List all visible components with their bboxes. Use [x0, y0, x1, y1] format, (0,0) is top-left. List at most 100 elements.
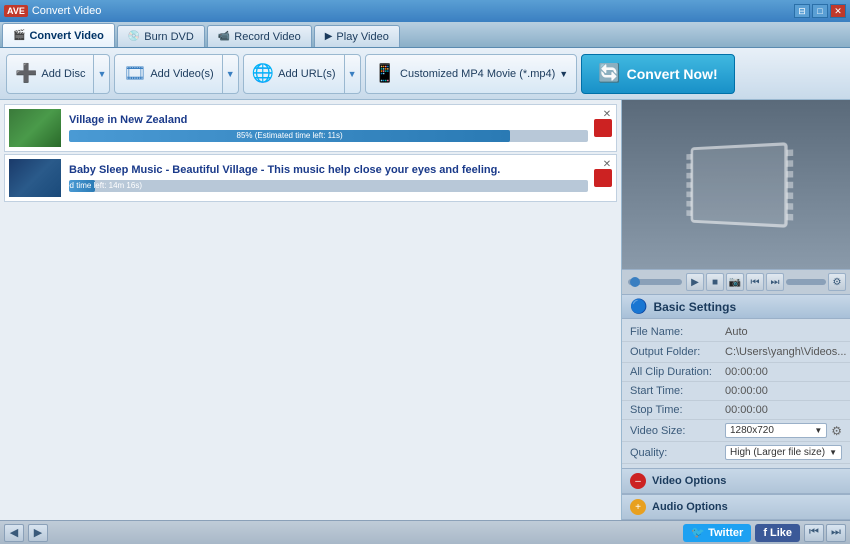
file-progress-bg-1: 85% (Estimated time left: 11s)	[69, 130, 588, 142]
quality-value: High (Larger file size)	[730, 447, 825, 458]
twitter-label: Twitter	[708, 527, 743, 539]
setting-row-quality: Quality: High (Larger file size) ▼	[622, 442, 850, 464]
title-bar-controls[interactable]: ⊟ □ ✕	[794, 4, 846, 18]
format-selector[interactable]: 📱 Customized MP4 Movie (*.mp4) ▼	[365, 54, 578, 94]
quality-label: Quality:	[630, 447, 725, 459]
file-close-button-1[interactable]: ✕	[600, 107, 614, 121]
list-item: Baby Sleep Music - Beautiful Village - T…	[4, 154, 617, 202]
add-urls-icon: 🌐	[252, 63, 274, 84]
file-stop-button-1[interactable]	[594, 119, 612, 137]
setting-row-stop: Stop Time: 00:00:00	[622, 401, 850, 420]
seek-handle[interactable]	[630, 277, 640, 287]
nav-next-button[interactable]: ⏭	[826, 524, 846, 542]
file-list: Village in New Zealand 85% (Estimated ti…	[0, 100, 622, 520]
controls-bar: ▶ ■ 📷 ⏮ ⏭ ⚙	[622, 269, 850, 295]
burn-tab-icon: 💿	[128, 31, 140, 42]
add-disc-button[interactable]: ➕ Add Disc	[6, 54, 94, 94]
maximize-button[interactable]: □	[812, 4, 828, 18]
play-button[interactable]: ▶	[686, 273, 704, 291]
close-button[interactable]: ✕	[830, 4, 846, 18]
add-urls-button[interactable]: 🌐 Add URL(s)	[243, 54, 345, 94]
setting-row-videosize: Video Size: 1280x720 ▼ ⚙	[622, 420, 850, 442]
tab-burn[interactable]: 💿 Burn DVD	[117, 25, 205, 47]
add-videos-button[interactable]: 🎞 Add Video(s)	[114, 54, 222, 94]
file-title-1: Village in New Zealand	[69, 114, 588, 126]
tab-record-label: Record Video	[234, 31, 300, 43]
seek-bar[interactable]	[628, 279, 682, 285]
output-label: Output Folder:	[630, 346, 725, 358]
video-options-section[interactable]: – Video Options	[622, 468, 850, 494]
start-value: 00:00:00	[725, 385, 842, 397]
convert-label: Convert Now!	[627, 66, 718, 82]
add-urls-label: Add URL(s)	[278, 68, 335, 80]
file-thumbnail-2	[9, 159, 61, 197]
twitter-button[interactable]: 🐦 Twitter	[683, 524, 751, 542]
convert-tab-icon: 🎬	[13, 30, 25, 41]
title-bar: AVE Convert Video ⊟ □ ✕	[0, 0, 850, 22]
add-disc-dropdown[interactable]: ▼	[94, 54, 110, 94]
facebook-label: Like	[770, 527, 792, 539]
tab-record[interactable]: 📹 Record Video	[207, 25, 312, 47]
stop-value: 00:00:00	[725, 404, 842, 416]
add-urls-dropdown[interactable]: ▼	[345, 54, 361, 94]
quality-select[interactable]: High (Larger file size) ▼	[725, 445, 842, 460]
videosize-extra[interactable]: ⚙	[831, 424, 842, 438]
convert-now-button[interactable]: 🔄 Convert Now!	[581, 54, 734, 94]
minimize-button[interactable]: ⊟	[794, 4, 810, 18]
output-value: C:\Users\yangh\Videos...	[725, 346, 846, 358]
add-videos-group: 🎞 Add Video(s) ▼	[114, 54, 238, 94]
stop-button[interactable]: ■	[706, 273, 724, 291]
add-videos-dropdown[interactable]: ▼	[223, 54, 239, 94]
videosize-value: 1280x720	[730, 425, 774, 436]
videosize-select[interactable]: 1280x720 ▼	[725, 423, 827, 438]
filename-value: Auto	[725, 326, 842, 338]
tabs-bar: 🎬 Convert Video 💿 Burn DVD 📹 Record Vide…	[0, 22, 850, 48]
setting-row-start: Start Time: 00:00:00	[622, 382, 850, 401]
twitter-icon: 🐦	[691, 526, 705, 539]
screenshot-button[interactable]: 📷	[726, 273, 744, 291]
tab-convert[interactable]: 🎬 Convert Video	[2, 23, 115, 47]
file-info-1: Village in New Zealand 85% (Estimated ti…	[69, 114, 588, 142]
thumb-inner-2	[9, 159, 61, 197]
settings-button[interactable]: ⚙	[828, 273, 846, 291]
play-tab-icon: ▶	[325, 31, 333, 42]
tab-convert-label: Convert Video	[29, 30, 103, 42]
right-panel: ▶ ■ 📷 ⏮ ⏭ ⚙ 🔵 Basic Settings File Name: …	[622, 100, 850, 520]
start-label: Start Time:	[630, 385, 725, 397]
film-strip	[691, 142, 788, 228]
setting-row-output: Output Folder: C:\Users\yangh\Videos... …	[622, 342, 850, 363]
video-options-icon: –	[630, 473, 646, 489]
file-close-button-2[interactable]: ✕	[600, 157, 614, 171]
video-options-label: Video Options	[652, 475, 726, 487]
file-progress-bg-2: 5% (Estimated time left: 14m 16s)	[69, 180, 588, 192]
volume-bar[interactable]	[786, 279, 826, 285]
setting-row-duration: All Clip Duration: 00:00:00	[622, 363, 850, 382]
title-bar-left: AVE Convert Video	[4, 5, 101, 17]
tab-play-label: Play Video	[336, 31, 388, 43]
tab-play[interactable]: ▶ Play Video	[314, 25, 400, 47]
facebook-button[interactable]: f Like	[755, 524, 800, 542]
file-progress-text-1: 85% (Estimated time left: 11s)	[237, 130, 343, 142]
videosize-arrow: ▼	[814, 426, 822, 435]
facebook-icon: f	[763, 527, 767, 539]
status-back-button[interactable]: ◀	[4, 524, 24, 542]
record-tab-icon: 📹	[218, 31, 230, 42]
toolbar: ➕ Add Disc ▼ 🎞 Add Video(s) ▼ 🌐 Add URL(…	[0, 48, 850, 100]
filename-label: File Name:	[630, 326, 725, 338]
nav-prev-button[interactable]: ⏮	[804, 524, 824, 542]
format-dropdown-arrow: ▼	[559, 69, 568, 79]
file-stop-button-2[interactable]	[594, 169, 612, 187]
stop-label: Stop Time:	[630, 404, 725, 416]
add-disc-group: ➕ Add Disc ▼	[6, 54, 110, 94]
add-videos-icon: 🎞	[123, 63, 146, 84]
audio-options-label: Audio Options	[652, 501, 728, 513]
audio-options-section[interactable]: + Audio Options	[622, 494, 850, 520]
preview-area	[622, 100, 850, 269]
tab-burn-label: Burn DVD	[144, 31, 194, 43]
prev-button[interactable]: ⏮	[746, 273, 764, 291]
next-button[interactable]: ⏭	[766, 273, 784, 291]
file-progress-text-2: 5% (Estimated time left: 14m 16s)	[69, 180, 142, 192]
status-bar: ◀ ▶ 🐦 Twitter f Like ⏮ ⏭	[0, 520, 850, 544]
add-urls-group: 🌐 Add URL(s) ▼	[243, 54, 361, 94]
status-forward-button[interactable]: ▶	[28, 524, 48, 542]
